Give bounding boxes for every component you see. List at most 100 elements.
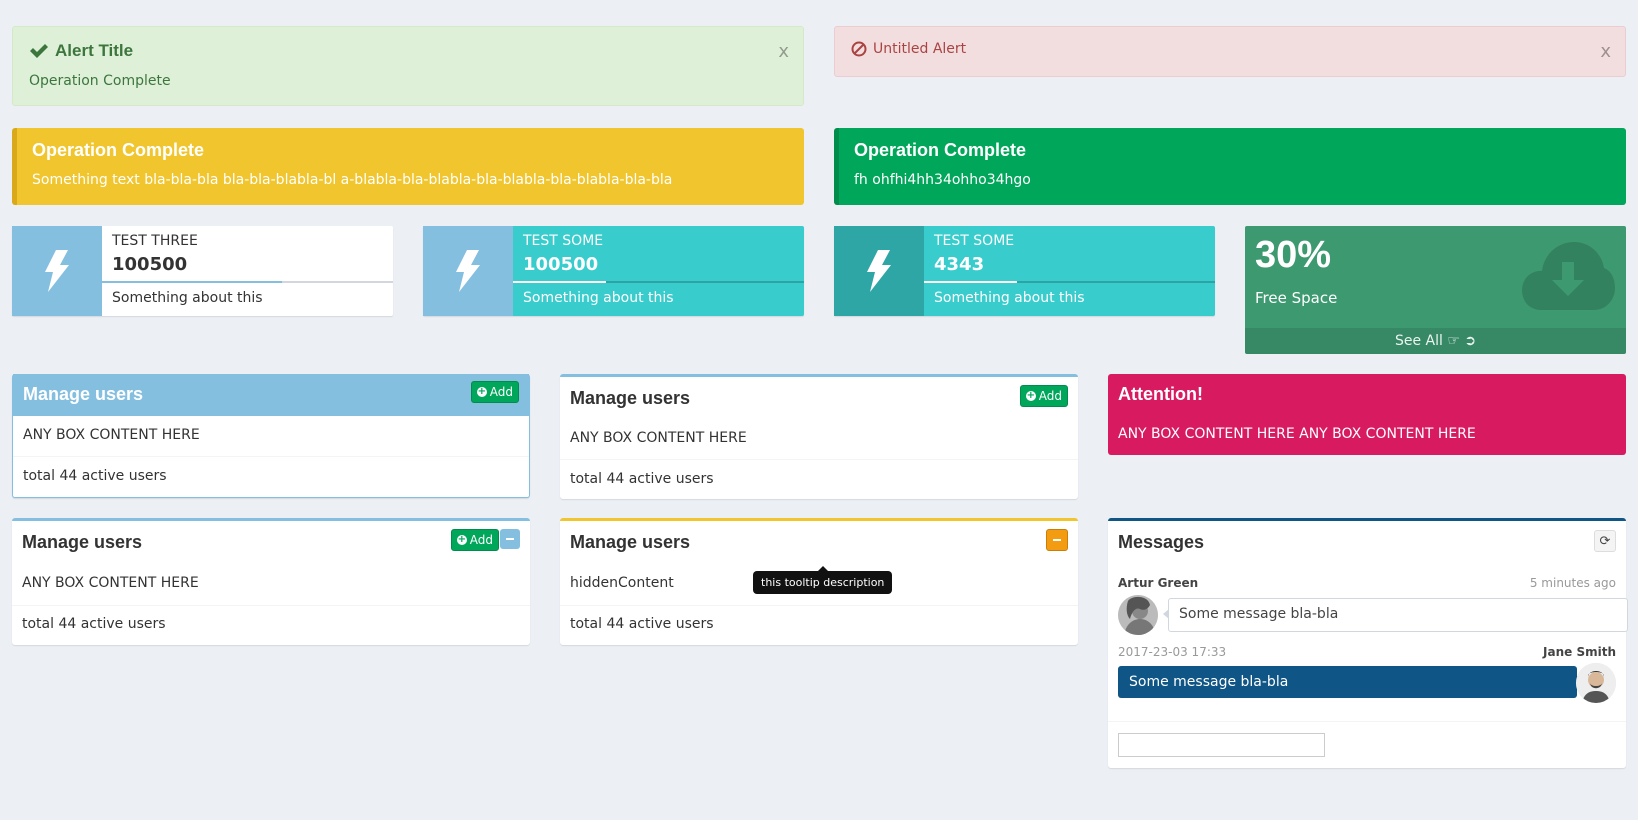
avatar: [1118, 595, 1158, 635]
messages-box: Messages ⟳ Artur Green 5 minutes ago Som…: [1108, 518, 1628, 768]
message-time: 5 minutes ago: [1529, 576, 1616, 590]
divider: [560, 605, 1078, 606]
divider: [13, 456, 529, 457]
info-content: TEST SOME 100500 Something about this: [513, 226, 804, 316]
success-alert: Alert Title Operation Complete x: [12, 26, 804, 106]
manage-users-box-collapsible: Manage users + Add ANY BOX CONTENT HERE …: [12, 518, 530, 645]
refresh-button[interactable]: ⟳: [1594, 530, 1616, 552]
box-footer: total 44 active users: [570, 471, 714, 487]
info-box-2: TEST SOME 100500 Something about this: [423, 226, 804, 316]
info-label: TEST THREE: [112, 233, 198, 249]
bolt-icon: [867, 250, 891, 292]
info-content: TEST SOME 4343 Something about this: [924, 226, 1215, 316]
box-title: Manage users: [570, 532, 691, 552]
info-number: 100500: [523, 254, 599, 275]
box-title: Attention!: [1118, 384, 1203, 404]
add-label: Add: [489, 385, 513, 399]
message-time: 2017-23-03 17:33: [1118, 645, 1227, 659]
box-content: ANY BOX CONTENT HERE ANY BOX CONTENT HER…: [1118, 426, 1476, 442]
close-button[interactable]: x: [1600, 41, 1611, 62]
add-button[interactable]: + Add: [470, 381, 519, 403]
progress-fill: [102, 281, 283, 283]
info-description: Something about this: [112, 290, 263, 306]
success-callout: Operation Complete fh ohfhi4hh34ohho34hg…: [834, 128, 1626, 205]
progress-bar: [924, 281, 1215, 283]
info-description: Something about this: [934, 290, 1085, 306]
info-icon-bg: [834, 226, 924, 316]
check-icon: [30, 44, 48, 58]
info-icon-bg: [423, 226, 513, 316]
manage-users-box: Manage users + Add ANY BOX CONTENT HERE …: [560, 374, 1078, 499]
plus-circle-icon: +: [456, 534, 467, 545]
info-content: TEST THREE 100500 Something about this: [102, 226, 393, 316]
callout-title: Operation Complete: [854, 140, 1027, 160]
message-text: Some message bla-bla: [1118, 666, 1583, 698]
message-author: Artur Green: [1118, 576, 1199, 590]
bolt-icon: [456, 250, 480, 292]
alert-title: Alert Title: [29, 41, 133, 61]
info-box-1: TEST THREE 100500 Something about this: [12, 226, 393, 316]
info-number: 100500: [112, 254, 188, 275]
box-footer: total 44 active users: [22, 616, 166, 632]
message-input[interactable]: [1118, 733, 1325, 757]
close-button[interactable]: x: [778, 41, 789, 62]
box-content: ANY BOX CONTENT HERE: [570, 430, 747, 446]
box-title: Manage users: [22, 532, 143, 552]
avatar: [1576, 663, 1616, 703]
box-title: Manage users: [23, 384, 144, 404]
info-icon-bg: [12, 226, 102, 316]
progress-fill: [924, 281, 1018, 283]
progress-fill: [513, 281, 607, 283]
cloud-download-icon: [1522, 242, 1615, 310]
info-label: TEST SOME: [523, 233, 604, 249]
divider: [1108, 721, 1626, 722]
alert-text: Operation Complete: [29, 73, 171, 89]
see-all-link[interactable]: See All ☞ ➲: [1245, 328, 1626, 354]
small-box-value: 30%: [1255, 234, 1332, 276]
box-content: ANY BOX CONTENT HERE: [23, 427, 200, 443]
box-title: Messages: [1118, 532, 1205, 552]
add-label: Add: [469, 533, 493, 547]
box-content: ANY BOX CONTENT HERE: [22, 575, 199, 591]
collapse-button[interactable]: [500, 529, 520, 549]
minus-icon: [1053, 539, 1061, 541]
info-description: Something about this: [523, 290, 674, 306]
minus-icon: [506, 538, 514, 540]
refresh-icon: ⟳: [1599, 533, 1611, 549]
info-number: 4343: [934, 254, 985, 275]
callout-text: fh ohfhi4hh34ohho34hgo: [854, 172, 1031, 188]
box-content: hiddenContent: [570, 575, 674, 591]
box-title: Manage users: [570, 388, 691, 408]
message-text: Some message bla-bla: [1163, 598, 1628, 632]
info-label: TEST SOME: [934, 233, 1015, 249]
arrow-circle-right-icon: ➲: [1464, 333, 1477, 349]
see-all-label: See All: [1394, 333, 1443, 349]
add-button[interactable]: + Add: [450, 529, 499, 551]
attention-box: Attention! ANY BOX CONTENT HERE ANY BOX …: [1108, 374, 1626, 455]
alert-title: Untitled Alert: [851, 41, 966, 57]
plus-circle-icon: +: [476, 386, 487, 397]
progress-bar: [102, 281, 393, 283]
bolt-icon: [45, 250, 69, 292]
manage-users-box-solid: Manage users + Add ANY BOX CONTENT HERE …: [12, 374, 530, 498]
divider: [560, 459, 1078, 460]
tooltip: this tooltip description: [753, 566, 893, 594]
small-box-label: Free Space: [1255, 289, 1338, 307]
box-footer: total 44 active users: [570, 616, 714, 632]
box-footer: total 44 active users: [23, 468, 167, 484]
plus-circle-icon: +: [1025, 390, 1036, 401]
danger-alert: Untitled Alert x: [834, 26, 1626, 77]
alert-title-text: Alert Title: [55, 41, 134, 60]
add-button[interactable]: + Add: [1019, 385, 1068, 407]
info-box-3: TEST SOME 4343 Something about this: [834, 226, 1215, 316]
free-space-box: 30% Free Space See All ☞ ➲: [1245, 226, 1626, 354]
collapse-button[interactable]: [1046, 529, 1068, 551]
ban-icon: [851, 41, 867, 57]
message-author: Jane Smith: [1543, 645, 1616, 659]
callout-text: Something text bla-bla-bla bla-bla-blabl…: [32, 172, 673, 188]
divider: [12, 605, 530, 606]
hand-pointer-icon: ☞: [1447, 333, 1460, 349]
callout-title: Operation Complete: [32, 140, 205, 160]
warning-callout: Operation Complete Something text bla-bl…: [12, 128, 804, 205]
alert-title-text: Untitled Alert: [873, 41, 967, 57]
